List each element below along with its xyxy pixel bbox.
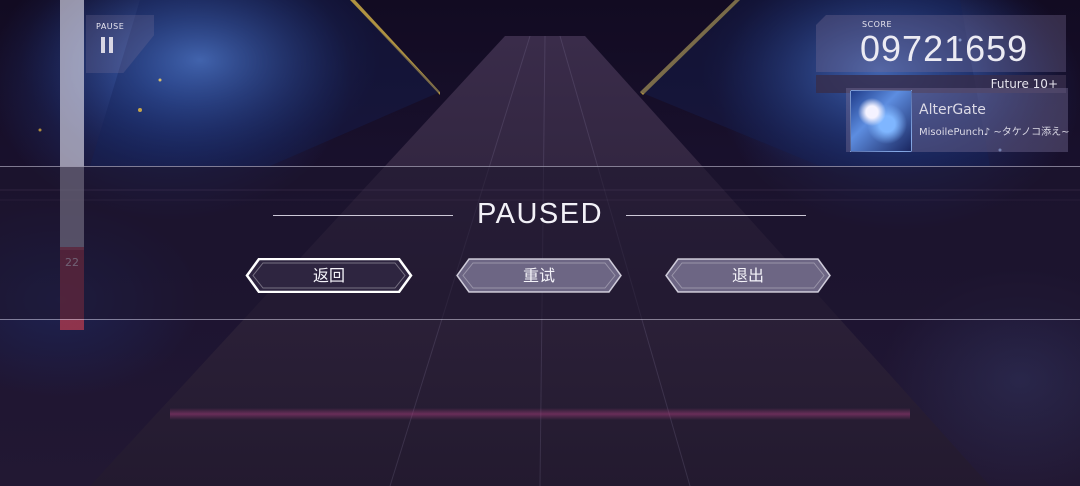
score-value: 09721659 bbox=[860, 28, 1029, 69]
title-deco-line-left bbox=[273, 215, 453, 216]
exit-button[interactable]: 退出 bbox=[664, 258, 832, 293]
retry-button-label: 重试 bbox=[522, 266, 555, 285]
retry-button[interactable]: 重试 bbox=[455, 258, 623, 293]
song-jacket-image bbox=[850, 90, 912, 152]
pause-overlay bbox=[0, 166, 1080, 319]
game-screen: 22 PAUSE SCORE 09721659 Future 10+ Alter… bbox=[0, 0, 1080, 486]
song-title: AlterGate bbox=[919, 102, 986, 118]
resume-button-label: 返回 bbox=[312, 266, 345, 285]
overlay-top-border bbox=[0, 166, 1080, 167]
title-deco-line-right bbox=[626, 215, 806, 216]
pause-icon[interactable] bbox=[101, 37, 115, 53]
judgement-line bbox=[170, 408, 910, 420]
paused-title: PAUSED bbox=[476, 198, 604, 230]
exit-button-label: 退出 bbox=[731, 266, 764, 285]
song-artist: MisoilePunch♪ ~タケノコ添え~ bbox=[919, 127, 1070, 138]
overlay-bottom-border bbox=[0, 319, 1080, 320]
pause-label: PAUSE bbox=[96, 22, 125, 31]
resume-button[interactable]: 返回 bbox=[245, 258, 413, 293]
